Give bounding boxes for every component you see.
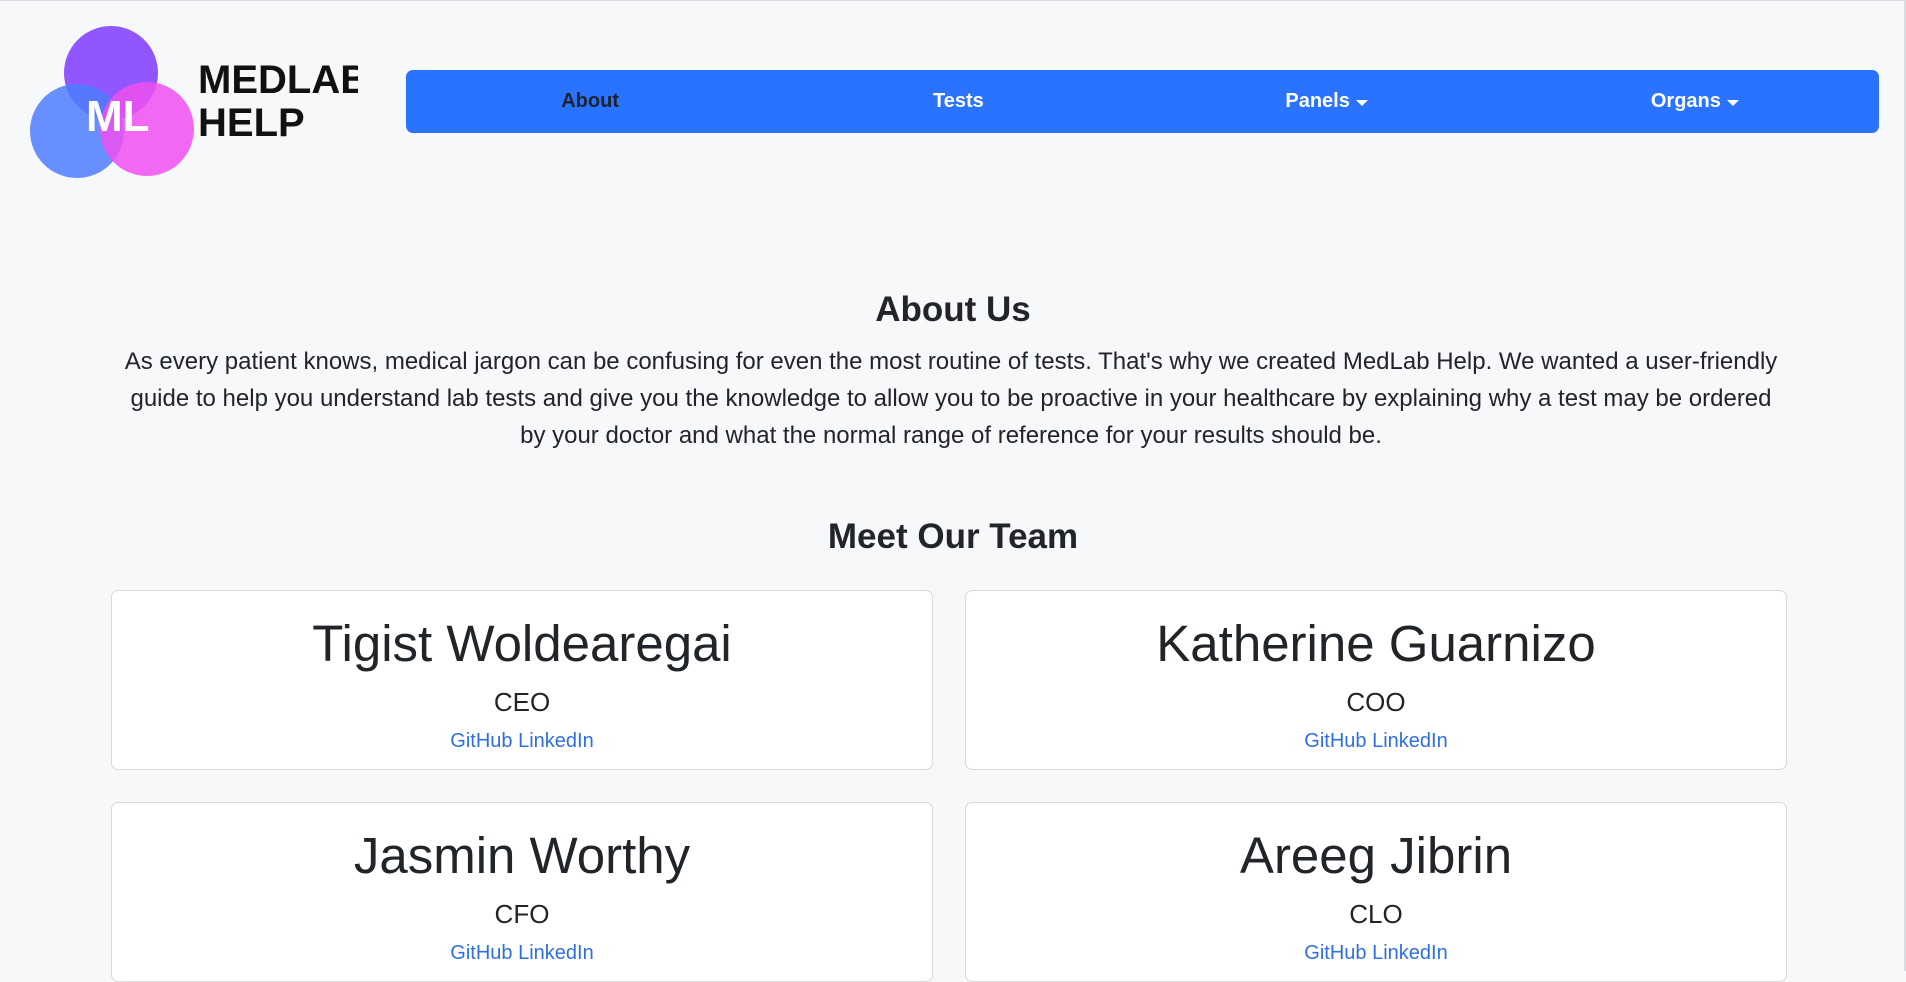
- team-heading: Meet Our Team: [827, 517, 1079, 556]
- caret-down-icon: [1355, 99, 1368, 106]
- window-top-border: [0, 0, 1906, 1]
- nav-about[interactable]: About: [406, 70, 774, 133]
- linkedin-link[interactable]: LinkedIn: [1372, 942, 1448, 964]
- logo-text-line1: MEDLAB: [198, 58, 358, 102]
- github-link[interactable]: GitHub: [1304, 730, 1366, 752]
- nav-about-label: About: [561, 90, 619, 112]
- member-links: GitHub LinkedIn: [112, 941, 932, 965]
- member-links: GitHub LinkedIn: [112, 729, 932, 753]
- about-heading: About Us: [875, 290, 1031, 329]
- logo-monogram: ML: [86, 92, 150, 141]
- caret-down-icon: [1726, 99, 1739, 106]
- logo-graphic: ML MEDLAB HELP: [30, 26, 358, 178]
- github-link[interactable]: GitHub: [450, 942, 512, 964]
- github-link[interactable]: GitHub: [450, 730, 512, 752]
- nav-organs-label: Organs: [1650, 90, 1721, 112]
- member-name: Areeg Jibrin: [1239, 827, 1513, 884]
- team-card: Katherine Guarnizo COO GitHub LinkedIn: [965, 590, 1787, 770]
- member-role: COO: [1346, 687, 1406, 717]
- member-name: Tigist Woldearegai: [312, 615, 732, 672]
- linkedin-link[interactable]: LinkedIn: [518, 730, 594, 752]
- linkedin-link[interactable]: LinkedIn: [518, 942, 594, 964]
- member-role: CFO: [494, 899, 550, 929]
- member-links: GitHub LinkedIn: [966, 729, 1786, 753]
- team-card: Tigist Woldearegai CEO GitHub LinkedIn: [111, 590, 933, 770]
- nav-organs-dropdown[interactable]: Organs: [1511, 70, 1879, 133]
- nav-tests-label: Tests: [932, 90, 984, 112]
- member-name: Jasmin Worthy: [353, 827, 691, 884]
- nav-panels-dropdown[interactable]: Panels: [1143, 70, 1511, 133]
- logo-text-line2: HELP: [198, 101, 305, 145]
- team-card: Jasmin Worthy CFO GitHub LinkedIn: [111, 802, 933, 982]
- member-role: CEO: [493, 687, 551, 717]
- main-navbar: About Tests Panels Organs: [406, 70, 1879, 133]
- team-card: Areeg Jibrin CLO GitHub LinkedIn: [965, 802, 1787, 982]
- member-role: CLO: [1349, 899, 1403, 929]
- about-paragraph: As every patient knows, medical jargon c…: [124, 348, 1778, 449]
- nav-tests[interactable]: Tests: [774, 70, 1142, 133]
- medlab-help-logo[interactable]: ML MEDLAB HELP: [28, 26, 358, 178]
- linkedin-link[interactable]: LinkedIn: [1372, 730, 1448, 752]
- github-link[interactable]: GitHub: [1304, 942, 1366, 964]
- member-links: GitHub LinkedIn: [966, 941, 1786, 965]
- nav-panels-label: Panels: [1285, 90, 1350, 112]
- member-name: Katherine Guarnizo: [1156, 615, 1596, 672]
